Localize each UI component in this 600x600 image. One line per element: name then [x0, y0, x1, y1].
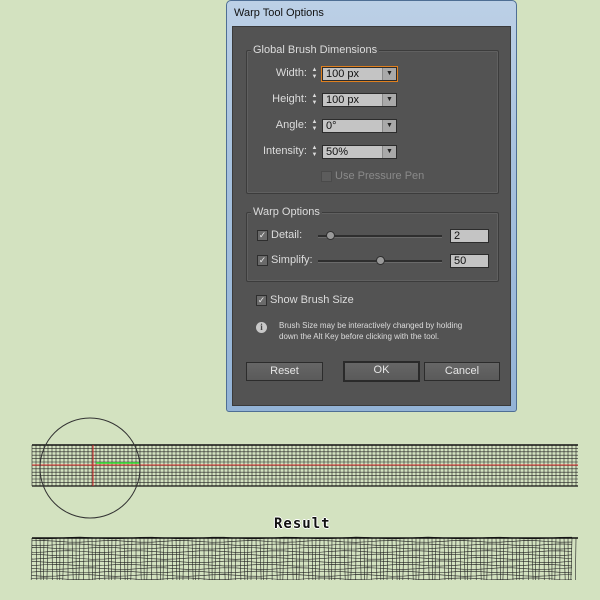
dialog-client-area: Global Brush Dimensions Width: ▲ ▼ 100 px…: [232, 26, 511, 406]
chevron-down-icon[interactable]: ▼: [382, 94, 396, 106]
reset-button[interactable]: Reset: [246, 362, 323, 381]
top-mesh: [31, 444, 578, 487]
mesh-gridline: [139, 537, 142, 581]
mesh-gridline: [327, 537, 330, 581]
mesh-gridline: [318, 537, 321, 581]
angle-combo[interactable]: 0° ▼: [322, 119, 397, 133]
brush-circle: [39, 417, 141, 519]
intensity-spinner[interactable]: ▲ ▼: [310, 145, 319, 159]
mesh-gridline: [282, 537, 285, 581]
detail-value-input[interactable]: 2: [450, 229, 489, 243]
mesh-gridline: [31, 577, 573, 581]
height-combo[interactable]: 100 px ▼: [322, 93, 397, 107]
intensity-combo[interactable]: 50% ▼: [322, 145, 397, 159]
mesh-gridline: [31, 574, 573, 577]
detail-label: Detail:: [271, 229, 303, 241]
warp-options-group: Warp Options ✓ Detail: 2 ✓ Simplify: 50: [246, 206, 499, 282]
mesh-gridline: [46, 537, 49, 581]
detail-slider-thumb[interactable]: [326, 231, 336, 240]
mesh-gridline: [187, 537, 189, 581]
angle-value: 0°: [326, 120, 337, 132]
angle-label: Angle:: [275, 119, 307, 131]
warp-options-legend: Warp Options: [251, 206, 322, 218]
mesh-gridline: [191, 537, 194, 581]
dialog-title: Warp Tool Options: [234, 7, 324, 19]
mesh-gridline: [31, 560, 573, 564]
mesh-gridline: [470, 537, 473, 581]
mesh-gridline: [31, 553, 573, 557]
intensity-value: 50%: [326, 146, 349, 158]
mesh-gridline: [31, 543, 573, 547]
global-brush-dimensions-group: Global Brush Dimensions Width: ▲ ▼ 100 px…: [246, 44, 499, 194]
mesh-gridline: [255, 537, 257, 581]
mesh-gridline: [43, 537, 45, 581]
mesh-gridline: [402, 537, 405, 581]
mesh-gridline: [39, 537, 42, 581]
mesh-gridline: [55, 537, 58, 581]
width-spinner[interactable]: ▲ ▼: [310, 67, 319, 81]
mesh-gridline: [31, 540, 573, 543]
mesh-gridline: [463, 537, 466, 581]
use-pressure-pen-label: Use Pressure Pen: [335, 170, 425, 182]
mesh-gridline: [323, 537, 325, 581]
width-combo[interactable]: 100 px ▼: [321, 66, 398, 82]
chevron-down-icon[interactable]: ▼: [382, 120, 396, 132]
simplify-checkbox[interactable]: ✓: [257, 255, 268, 266]
mesh-gridline: [111, 537, 113, 581]
mesh-gridline: [31, 567, 573, 570]
chevron-down-icon[interactable]: ▼: [382, 146, 396, 158]
mesh-gridline: [250, 537, 253, 581]
result-mesh: [30, 536, 578, 581]
mesh-gridline: [259, 537, 262, 581]
detail-slider-track[interactable]: [318, 235, 442, 238]
mesh-gridline: [31, 557, 573, 560]
intensity-label: Intensity:: [262, 145, 307, 157]
mesh-gridline: [182, 537, 185, 581]
mesh-gridline: [538, 537, 541, 581]
info-text-line-2: down the Alt Key before clicking with th…: [279, 332, 440, 341]
mesh-gridline: [31, 570, 573, 574]
width-value: 100 px: [326, 68, 360, 80]
info-text-line-1: Brush Size may be interactively changed …: [279, 321, 463, 330]
global-brush-dimensions-legend: Global Brush Dimensions: [251, 44, 380, 56]
use-pressure-pen-checkbox[interactable]: [321, 171, 332, 182]
mesh-gridline: [114, 537, 117, 581]
show-brush-size-label: Show Brush Size: [270, 294, 354, 306]
cancel-button[interactable]: Cancel: [424, 362, 500, 381]
simplify-value-input[interactable]: 50: [450, 254, 489, 268]
mesh-gridline: [395, 537, 398, 581]
mesh-gridline: [575, 537, 577, 581]
simplify-label: Simplify:: [271, 254, 313, 266]
mesh-gridline: [334, 537, 337, 581]
title-bar[interactable]: Warp Tool Options: [227, 1, 516, 27]
chevron-down-icon[interactable]: ▼: [382, 68, 396, 80]
warp-tool-options-dialog: Warp Tool Options Global Brush Dimension…: [226, 0, 517, 412]
detail-checkbox[interactable]: ✓: [257, 230, 268, 241]
mesh-gridline: [123, 537, 126, 581]
height-label: Height:: [272, 93, 307, 105]
info-icon: i: [256, 322, 267, 333]
mesh-gridline: [31, 550, 573, 553]
simplify-slider-thumb[interactable]: [376, 256, 385, 265]
mesh-gridline: [531, 537, 534, 581]
height-value: 100 px: [326, 94, 360, 106]
mesh-gridline: [31, 563, 573, 567]
height-spinner[interactable]: ▲ ▼: [310, 93, 319, 107]
show-brush-size-checkbox[interactable]: ✓: [256, 295, 267, 306]
mesh-gridline: [391, 537, 393, 581]
mesh-gridline: [31, 546, 573, 550]
result-label: Result: [274, 516, 331, 532]
ok-button[interactable]: OK: [343, 361, 420, 382]
angle-spinner[interactable]: ▲ ▼: [310, 119, 319, 133]
mesh-gridline: [459, 537, 461, 581]
width-label: Width:: [275, 67, 307, 79]
